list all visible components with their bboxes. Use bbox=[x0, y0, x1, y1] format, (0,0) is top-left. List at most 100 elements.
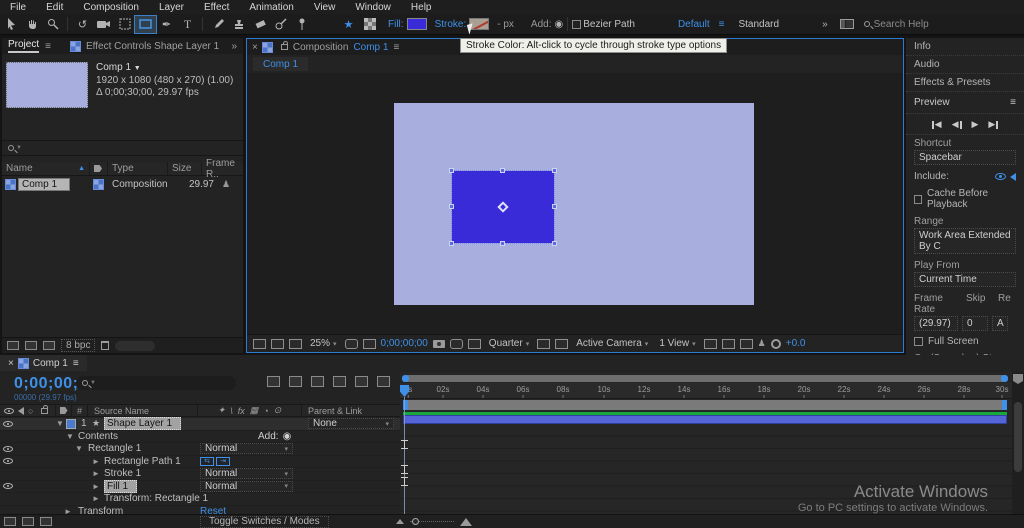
layer-duration-bar[interactable] bbox=[403, 415, 1007, 424]
timeline-tab-label[interactable]: Comp 1 bbox=[33, 358, 68, 369]
include-audio-speaker-icon[interactable] bbox=[1010, 173, 1016, 181]
selection-handle[interactable] bbox=[449, 204, 454, 209]
column-source-name[interactable]: Source Name bbox=[88, 405, 198, 416]
group-row-fill-1[interactable]: ► Fill 1 Normal ▾ bbox=[0, 481, 400, 494]
group-name[interactable]: Contents bbox=[78, 431, 118, 442]
toggle-switches-modes-button[interactable]: Toggle Switches / Modes bbox=[200, 516, 329, 528]
group-name-selected[interactable]: Fill 1 bbox=[104, 480, 137, 493]
column-type[interactable]: Type bbox=[108, 162, 168, 175]
type-tool-icon[interactable]: T bbox=[177, 16, 198, 33]
rectangle-tool-icon[interactable] bbox=[135, 16, 156, 33]
timeline-search-input[interactable] bbox=[96, 378, 186, 389]
workspace-icon[interactable] bbox=[840, 19, 854, 29]
cache-checkbox[interactable] bbox=[914, 195, 922, 204]
bit-depth-button[interactable]: 8 bpc bbox=[61, 339, 95, 352]
hide-shy-layers-icon[interactable] bbox=[311, 376, 324, 387]
timeline-navigator-bar[interactable] bbox=[402, 375, 1008, 382]
selection-handle[interactable] bbox=[500, 241, 505, 246]
full-screen-row[interactable]: Full Screen bbox=[906, 333, 1024, 350]
bezier-path-checkbox[interactable] bbox=[572, 20, 581, 29]
mask-visibility-icon[interactable] bbox=[363, 339, 376, 349]
search-help-input[interactable] bbox=[874, 19, 964, 30]
panel-menu-icon[interactable]: ≡ bbox=[1010, 97, 1016, 108]
expand-transfer-controls-icon[interactable] bbox=[22, 517, 34, 526]
play-from-dropdown[interactable]: Current Time bbox=[914, 272, 1016, 287]
frame-rate-dropdown[interactable]: (29.97) bbox=[914, 316, 958, 331]
panel-menu-icon[interactable]: ≡ bbox=[73, 358, 79, 369]
motion-blur-icon[interactable] bbox=[355, 376, 368, 387]
selection-handle[interactable] bbox=[449, 241, 454, 246]
delete-icon[interactable] bbox=[101, 341, 109, 350]
gear-icon[interactable] bbox=[771, 339, 781, 349]
timeline-button-icon[interactable] bbox=[740, 339, 753, 349]
tab-project[interactable]: Project bbox=[8, 39, 39, 53]
twirl-down-icon[interactable]: ▼ bbox=[66, 432, 74, 441]
viewer-timecode[interactable]: 0;00;00;00 bbox=[381, 338, 428, 349]
zoom-slider-track[interactable] bbox=[410, 521, 454, 522]
layer-eye-icon[interactable] bbox=[3, 421, 13, 427]
group-name[interactable]: Rectangle 1 bbox=[88, 443, 141, 454]
menu-animation[interactable]: Animation bbox=[239, 2, 303, 13]
panel-menu-icon[interactable]: ≡ bbox=[45, 41, 51, 52]
composition-canvas[interactable] bbox=[394, 103, 754, 305]
pen-tool-icon[interactable]: ✒ bbox=[156, 16, 177, 33]
previous-frame-button[interactable]: ◀ bbox=[952, 119, 962, 130]
draft-3d-icon[interactable] bbox=[289, 376, 302, 387]
new-folder-icon[interactable] bbox=[25, 341, 37, 350]
zoom-tool-icon[interactable] bbox=[42, 16, 63, 33]
next-frame-button[interactable]: ▶ bbox=[988, 119, 998, 130]
play-button[interactable]: ▶ bbox=[972, 119, 979, 130]
new-composition-icon[interactable] bbox=[43, 341, 55, 350]
column-name[interactable]: Name ▲ bbox=[2, 162, 90, 175]
panel-effects-presets[interactable]: Effects & Presets bbox=[906, 74, 1024, 92]
group-row-transform-rectangle-1[interactable]: ► Transform: Rectangle 1 bbox=[0, 493, 400, 506]
panel-preview[interactable]: Preview ≡ bbox=[906, 92, 1024, 114]
layer-eye-icon[interactable] bbox=[3, 446, 13, 452]
shortcut-dropdown[interactable]: Spacebar bbox=[914, 150, 1016, 165]
skip-dropdown[interactable]: 0 bbox=[962, 316, 988, 331]
selection-handle[interactable] bbox=[552, 168, 557, 173]
reverse-path-icon[interactable]: ⇆ bbox=[200, 457, 214, 466]
channels-icon[interactable] bbox=[468, 339, 481, 349]
path-direction-icon[interactable]: ⇥ bbox=[216, 457, 230, 466]
column-label[interactable] bbox=[90, 162, 108, 175]
eraser-tool-icon[interactable] bbox=[249, 16, 270, 33]
full-screen-checkbox[interactable] bbox=[914, 337, 923, 346]
panel-menu-icon[interactable]: ≡ bbox=[393, 42, 399, 53]
twirl-right-icon[interactable]: ► bbox=[92, 469, 100, 478]
include-video-eye-icon[interactable] bbox=[995, 173, 1006, 180]
shape-rectangle[interactable] bbox=[452, 171, 554, 243]
layer-eye-icon[interactable] bbox=[3, 483, 13, 489]
graph-editor-icon[interactable] bbox=[377, 376, 390, 387]
layer-eye-icon[interactable] bbox=[3, 458, 13, 464]
transparency-grid-icon[interactable] bbox=[359, 16, 380, 33]
exposure-value[interactable]: +0.0 bbox=[786, 338, 806, 349]
lock-icon[interactable] bbox=[281, 44, 288, 50]
time-ruler[interactable]: 0s 02s 04s 06s 08s 10s 12s 14s 16s 18s 2… bbox=[400, 383, 1012, 399]
show-snapshot-icon[interactable] bbox=[450, 339, 463, 349]
viewer-subtab-comp1[interactable]: Comp 1 bbox=[253, 57, 308, 71]
hand-tool-icon[interactable] bbox=[21, 16, 42, 33]
snapshot-icon[interactable] bbox=[433, 340, 445, 348]
cache-before-playback-row[interactable]: Cache Before Playback bbox=[906, 185, 1024, 213]
menu-layer[interactable]: Layer bbox=[149, 2, 194, 13]
region-of-interest-icon[interactable] bbox=[537, 339, 550, 349]
add-menu-icon[interactable]: ◉ bbox=[283, 431, 292, 442]
rotate-tool-icon[interactable]: ↺ bbox=[72, 16, 93, 33]
close-icon[interactable]: × bbox=[8, 358, 14, 369]
star-icon[interactable]: ★ bbox=[338, 16, 359, 33]
clone-stamp-tool-icon[interactable] bbox=[228, 16, 249, 33]
menu-file[interactable]: File bbox=[0, 2, 36, 13]
transparency-grid-icon[interactable] bbox=[555, 339, 568, 349]
magnification-dropdown[interactable]: 25%▾ bbox=[307, 338, 340, 349]
lock-icon[interactable] bbox=[41, 408, 48, 414]
comp-marker-bin-icon[interactable] bbox=[1013, 374, 1023, 384]
flowchart-icon[interactable]: ♟ bbox=[758, 338, 766, 349]
layer-1-track[interactable] bbox=[403, 412, 1007, 424]
layer-name[interactable]: Shape Layer 1 bbox=[104, 417, 181, 430]
selection-handle[interactable] bbox=[449, 168, 454, 173]
workspace-standard[interactable]: Standard bbox=[738, 19, 779, 30]
selection-handle[interactable] bbox=[552, 241, 557, 246]
composition-mini-flowchart-icon[interactable] bbox=[267, 376, 280, 387]
audio-speaker-icon[interactable] bbox=[18, 407, 24, 415]
